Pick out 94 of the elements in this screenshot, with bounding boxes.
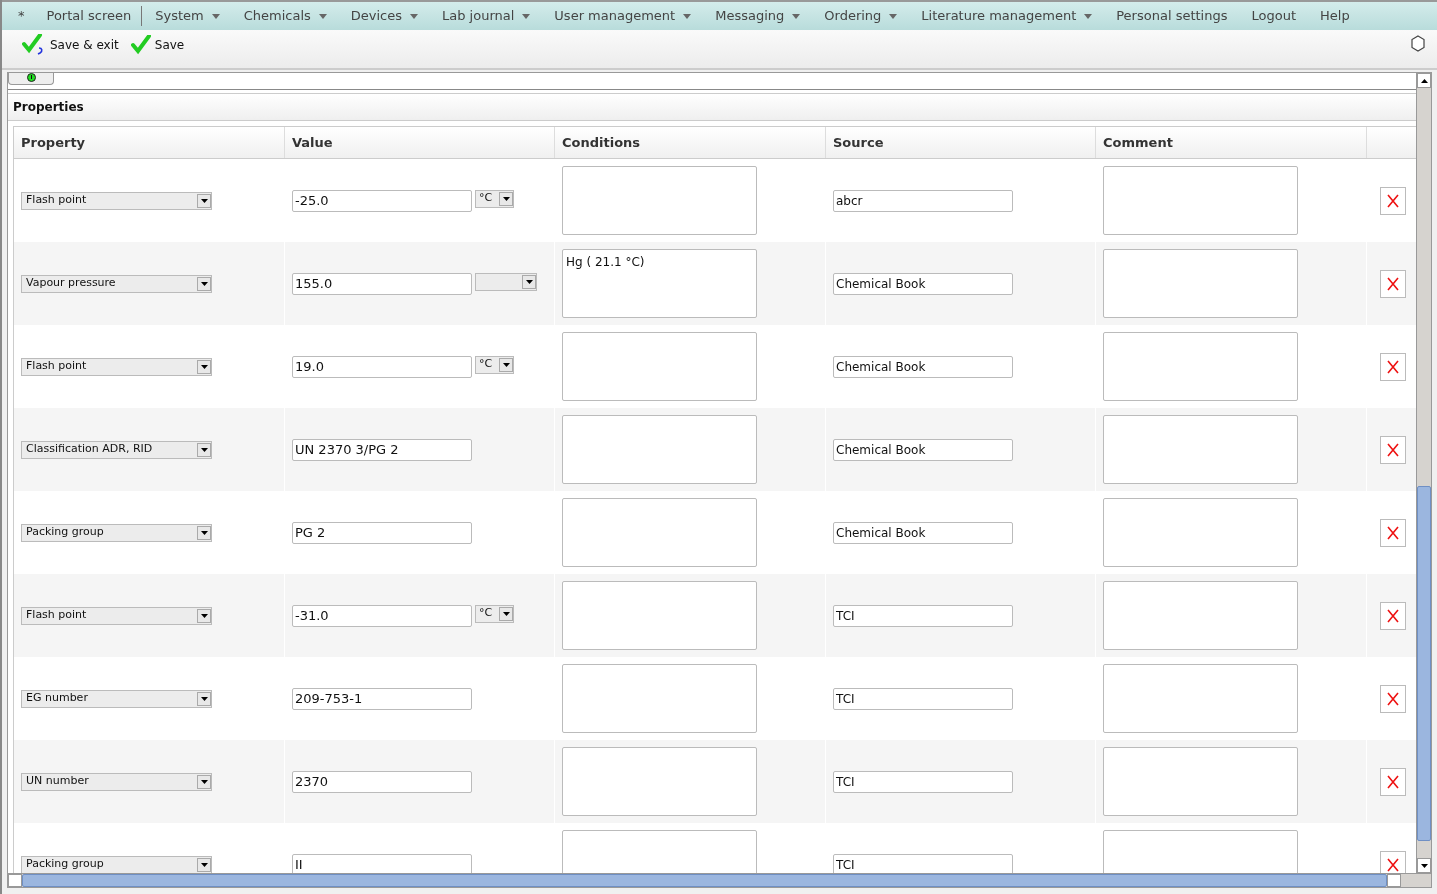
conditions-field[interactable] [562, 747, 757, 816]
property-dropdown[interactable]: Flash point [21, 606, 212, 625]
unit-dropdown[interactable]: °C [475, 604, 514, 623]
source-field[interactable]: Chemical Book [833, 272, 1013, 295]
value-field[interactable]: 155.0 [292, 272, 472, 295]
value-field[interactable]: II [292, 853, 472, 873]
delete-button[interactable] [1379, 767, 1406, 796]
conditions-field[interactable] [562, 166, 757, 235]
comment-field[interactable] [1103, 415, 1298, 484]
menu-item[interactable]: Lab journal [442, 6, 531, 26]
column-header: Property [14, 127, 285, 158]
tab[interactable] [8, 73, 54, 85]
close-icon [1386, 276, 1399, 291]
property-dropdown[interactable]: Packing group [21, 523, 212, 542]
value-field[interactable]: -31.0 [292, 604, 472, 627]
source-field[interactable]: TCI [833, 604, 1013, 627]
source-field[interactable]: TCI [833, 687, 1013, 710]
source-field[interactable]: Chemical Book [833, 438, 1013, 461]
close-icon [1386, 193, 1399, 208]
source-field[interactable]: TCI [833, 770, 1013, 793]
value-field[interactable]: UN 2370 3/PG 2 [292, 438, 472, 461]
property-dropdown[interactable]: Classification ADR, RID [21, 440, 212, 459]
source-field[interactable]: abcr [833, 189, 1013, 212]
comment-field[interactable] [1103, 747, 1298, 816]
hexagon-icon[interactable] [1410, 35, 1426, 52]
menu-item[interactable]: Devices [350, 6, 418, 26]
checkmark-icon [130, 35, 151, 55]
comment-field[interactable] [1103, 664, 1298, 733]
column-header: Value [285, 127, 555, 158]
property-dropdown[interactable]: UN number [21, 772, 212, 791]
column-header: Comment [1096, 127, 1367, 158]
comment-field[interactable] [1103, 498, 1298, 567]
comment-field[interactable] [1103, 166, 1298, 235]
close-icon [1386, 608, 1399, 623]
menu-item[interactable]: Chemicals [243, 6, 327, 26]
property-dropdown[interactable]: EG number [21, 689, 212, 708]
menu-item[interactable]: Logout [1251, 6, 1296, 26]
toolbar-button[interactable]: Save [130, 35, 185, 55]
menu-item[interactable]: Ordering [824, 6, 898, 26]
delete-button[interactable] [1379, 435, 1406, 464]
comment-field[interactable] [1103, 249, 1298, 318]
delete-button[interactable] [1379, 352, 1406, 381]
conditions-field[interactable] [562, 581, 757, 650]
conditions-field[interactable] [562, 332, 757, 401]
unit-dropdown[interactable]: °C [475, 355, 514, 374]
close-icon [1386, 525, 1399, 540]
menu-item[interactable]: Personal settings [1116, 6, 1228, 26]
delete-button[interactable] [1379, 269, 1406, 298]
delete-button[interactable] [1379, 518, 1406, 547]
toolbar-button[interactable]: Save & exit [22, 34, 119, 56]
property-dropdown[interactable]: Packing group [21, 855, 212, 873]
comment-field[interactable] [1103, 332, 1298, 401]
property-dropdown[interactable]: Vapour pressure [21, 274, 212, 293]
section-title: Properties [13, 99, 84, 116]
close-icon [1386, 442, 1399, 457]
conditions-field[interactable] [562, 664, 757, 733]
property-dropdown[interactable]: Flash point [21, 191, 212, 210]
conditions-field[interactable]: Hg ( 21.1 °C) [562, 249, 757, 318]
scroll-up-arrow-icon[interactable] [1420, 78, 1428, 83]
close-icon [1386, 359, 1399, 374]
value-field[interactable]: PG 2 [292, 521, 472, 544]
conditions-field[interactable] [562, 415, 757, 484]
value-field[interactable]: -25.0 [292, 189, 472, 212]
unit-dropdown[interactable]: °C [475, 189, 514, 208]
conditions-field[interactable] [562, 498, 757, 567]
menu-item[interactable]: Portal screen [46, 6, 132, 26]
vertical-scrollbar[interactable] [1416, 73, 1431, 873]
unit-dropdown[interactable] [475, 272, 537, 291]
menu-item[interactable]: Messaging [715, 6, 801, 26]
close-icon [1386, 857, 1399, 872]
menu-item[interactable]: System [155, 6, 220, 26]
value-field[interactable]: 209-753-1 [292, 687, 472, 710]
scroll-down-arrow-icon[interactable] [1420, 863, 1428, 868]
delete-button[interactable] [1379, 684, 1406, 713]
column-header: Conditions [555, 127, 826, 158]
status-dot-icon [26, 73, 36, 82]
menu-item[interactable]: User management [554, 6, 692, 26]
value-field[interactable]: 2370 [292, 770, 472, 793]
column-header: Source [826, 127, 1096, 158]
close-icon [1386, 774, 1399, 789]
delete-button[interactable] [1379, 186, 1406, 215]
property-dropdown[interactable]: Flash point [21, 357, 212, 376]
value-field[interactable]: 19.0 [292, 355, 472, 378]
horizontal-scrollbar[interactable] [8, 873, 1431, 887]
source-field[interactable]: TCI [833, 853, 1013, 873]
source-field[interactable]: Chemical Book [833, 355, 1013, 378]
delete-button[interactable] [1379, 601, 1406, 630]
menu-item[interactable]: * [18, 6, 25, 26]
menu-item[interactable]: Literature management [921, 6, 1093, 26]
close-icon [1386, 691, 1399, 706]
delete-button[interactable] [1379, 850, 1406, 873]
comment-field[interactable] [1103, 581, 1298, 650]
source-field[interactable]: Chemical Book [833, 521, 1013, 544]
menu-item[interactable]: Help [1320, 6, 1350, 26]
